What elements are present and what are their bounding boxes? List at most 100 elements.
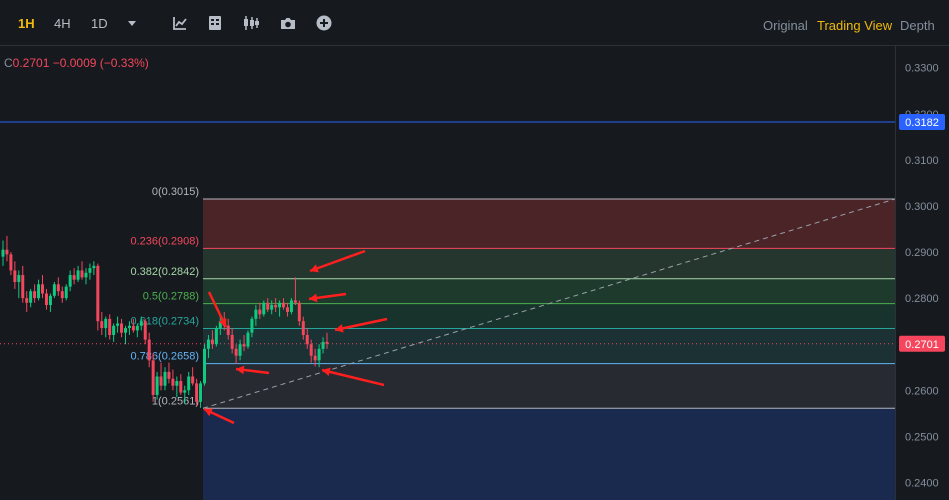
timeframe-4h[interactable]: 4H <box>54 16 71 31</box>
candle-body <box>56 284 60 292</box>
candle-body <box>226 325 230 335</box>
candle-body <box>282 302 286 308</box>
view-depth[interactable]: Depth <box>900 18 935 33</box>
candle-body <box>159 376 163 386</box>
candle-body <box>88 268 92 273</box>
candle-body <box>187 376 191 391</box>
candle-body <box>167 371 171 379</box>
candle-body <box>96 265 100 322</box>
price-chart[interactable]: 0(0.3015) 0.236(0.2908) 0.382(0.2842) 0.5(0… <box>0 46 949 500</box>
chevron-down-icon[interactable] <box>123 14 141 32</box>
fib-zone-extension <box>203 408 895 500</box>
candle-body <box>210 339 214 345</box>
fib-zone-5 <box>203 363 895 409</box>
candle-body <box>21 275 25 299</box>
candle <box>262 300 266 317</box>
candle-body <box>301 321 305 335</box>
ohlc-legend: C0.2701 −0.0009 (−0.33%) <box>4 56 149 70</box>
candle-body <box>147 339 151 361</box>
chart-toolbar: 1H 4H 1D Original Trading View Depth <box>0 0 949 46</box>
indicator-icon[interactable] <box>171 14 189 32</box>
candle-body <box>309 344 313 356</box>
candle-body <box>52 284 56 296</box>
candle-body <box>262 302 266 315</box>
candle-body <box>230 334 234 349</box>
candle-body <box>112 325 116 335</box>
candle <box>214 325 218 347</box>
fib-zone-1 <box>203 248 895 279</box>
candle <box>203 344 207 386</box>
candle-body <box>266 302 270 310</box>
price-axis-tick: 0.2400 <box>905 477 939 489</box>
candle-body <box>325 341 329 344</box>
candle-body <box>5 249 9 255</box>
candle-body <box>33 291 37 299</box>
current-price-label: 0.2701 <box>905 339 939 351</box>
candle-body <box>44 293 48 306</box>
candle-body <box>76 270 80 280</box>
price-axis-tick: 0.2800 <box>905 293 939 305</box>
fib-level-label: 0.5(0.2788) <box>143 291 199 303</box>
price-axis-tick: 0.2500 <box>905 431 939 443</box>
candle-body <box>250 318 254 333</box>
candle-body <box>100 321 104 329</box>
candle <box>96 263 100 331</box>
fib-level-label: 0.786(0.2658) <box>131 351 200 363</box>
candle-body <box>199 383 203 402</box>
candle <box>151 353 155 402</box>
candle-body <box>289 300 293 312</box>
candle-body <box>151 360 155 395</box>
candle-body <box>293 300 297 303</box>
candle-body <box>92 265 96 269</box>
timeframe-1h[interactable]: 1H <box>18 16 35 31</box>
candle-body <box>305 334 309 345</box>
template-icon[interactable] <box>206 14 224 32</box>
candle-body <box>179 381 183 393</box>
candle-body <box>285 307 289 312</box>
candle-body <box>163 371 167 386</box>
candle-body <box>84 272 88 278</box>
candle-body <box>68 275 72 287</box>
candle-body <box>317 348 321 361</box>
horizontal-line-price-label: 0.3182 <box>905 117 939 129</box>
fib-zone-2 <box>203 278 895 304</box>
candle-body <box>270 305 274 310</box>
candle-body <box>127 325 131 329</box>
candle-body <box>203 348 207 384</box>
candle-body <box>175 381 179 386</box>
candle <box>52 281 56 299</box>
add-icon[interactable] <box>315 14 333 32</box>
candle-body <box>41 284 45 294</box>
candle-body <box>139 321 143 326</box>
legend-close-value: 0.2701 <box>12 56 50 70</box>
candle-body <box>155 376 159 395</box>
candle-type-icon[interactable] <box>242 14 260 32</box>
candle-body <box>60 291 64 299</box>
candle-body <box>9 254 13 271</box>
legend-close-label: C <box>4 56 13 70</box>
candle-body <box>246 332 250 347</box>
candle-body <box>25 298 29 303</box>
candle-body <box>242 344 246 347</box>
candle-body <box>120 323 124 333</box>
camera-icon[interactable] <box>279 14 297 32</box>
candle-body <box>313 355 317 361</box>
candle-body <box>258 309 262 315</box>
price-axis-tick: 0.3100 <box>905 155 939 167</box>
candle-body <box>278 302 282 308</box>
candle-body <box>206 339 210 349</box>
price-axis-tick: 0.3000 <box>905 201 939 213</box>
candle-body <box>1 249 5 257</box>
candle-body <box>37 284 41 299</box>
fib-level-label: 0.382(0.2842) <box>131 266 200 278</box>
candle-body <box>29 291 33 303</box>
view-original[interactable]: Original <box>763 18 808 33</box>
candle-body <box>72 275 76 280</box>
candle-body <box>238 344 242 356</box>
fib-zone-0 <box>203 199 895 249</box>
view-trading-view[interactable]: Trading View <box>817 18 892 33</box>
price-axis-tick: 0.3300 <box>905 63 939 75</box>
candle-body <box>254 309 258 319</box>
legend-change: −0.0009 <box>52 56 97 70</box>
timeframe-1d[interactable]: 1D <box>91 16 108 31</box>
